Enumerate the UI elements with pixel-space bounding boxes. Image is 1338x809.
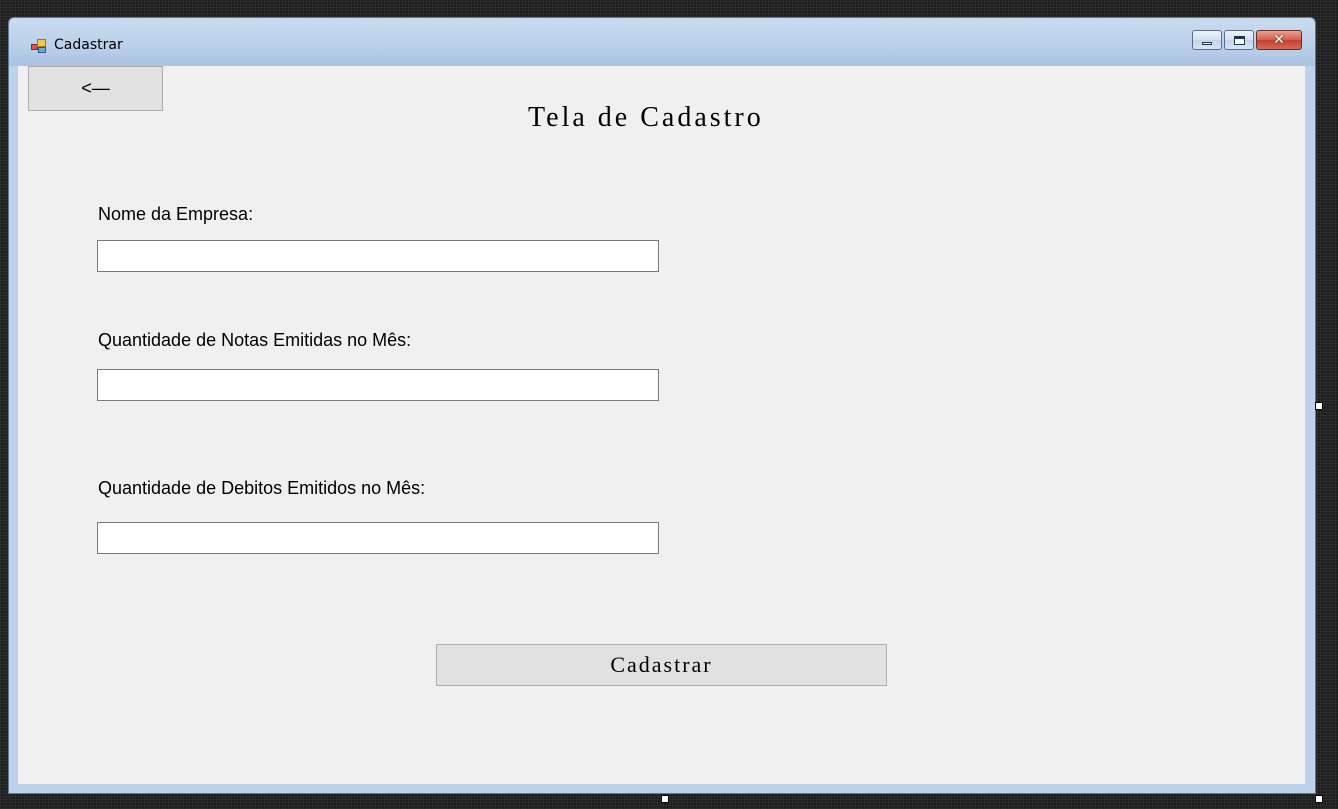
window-title: Cadastrar [54, 37, 123, 53]
notes-count-input[interactable] [97, 369, 659, 401]
notes-count-label: Quantidade de Notas Emitidas no Mês: [98, 330, 412, 350]
company-name-input[interactable] [97, 240, 659, 272]
resize-handle-right[interactable] [1315, 402, 1323, 410]
debits-count-label: Quantidade de Debitos Emitidos no Mês: [98, 478, 426, 498]
company-name-label: Nome da Empresa: [98, 204, 254, 224]
app-form-icon [31, 39, 47, 53]
back-button[interactable]: <— [28, 66, 163, 111]
debits-count-input[interactable] [97, 522, 659, 554]
register-button[interactable]: Cadastrar [436, 644, 887, 686]
close-icon: ✕ [1273, 32, 1285, 48]
page-title: Tela de Cadastro [528, 102, 764, 133]
minimize-icon [1202, 41, 1212, 45]
title-bar[interactable]: Cadastrar ✕ [9, 18, 1315, 66]
maximize-button[interactable] [1224, 30, 1254, 50]
maximize-icon [1233, 35, 1245, 45]
form-client-area: <— Tela de Cadastro Nome da Empresa: Qua… [18, 66, 1305, 784]
minimize-button[interactable] [1192, 30, 1222, 50]
resize-handle-bottom[interactable] [661, 795, 669, 803]
close-button[interactable]: ✕ [1256, 30, 1302, 50]
window-controls: ✕ [1192, 30, 1302, 50]
resize-handle-corner[interactable] [1315, 795, 1323, 803]
